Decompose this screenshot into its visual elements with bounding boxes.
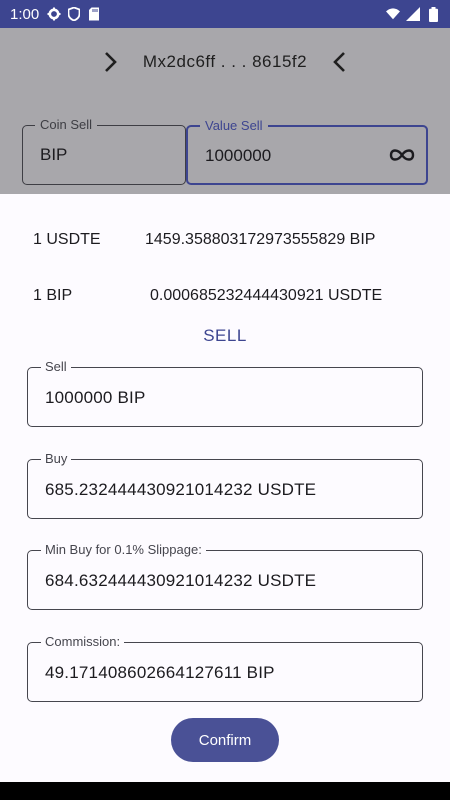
background-screen: Mx2dc6ff . . . 8615f2 Coin Sell BIP Valu… xyxy=(0,28,450,194)
chevron-right-icon[interactable] xyxy=(99,51,121,73)
signal-icon xyxy=(406,7,420,21)
sdcard-icon xyxy=(87,7,101,21)
wallet-address[interactable]: Mx2dc6ff . . . 8615f2 xyxy=(143,52,307,72)
confirm-button[interactable]: Confirm xyxy=(171,718,279,762)
wifi-icon xyxy=(386,7,400,21)
commission-field: Commission: 49.171408602664127611 BIP xyxy=(27,634,423,702)
coin-sell-label: Coin Sell xyxy=(35,117,98,132)
rate-unit: 1 USDTE xyxy=(33,231,101,248)
commission-label: Commission: xyxy=(41,634,125,649)
min-buy-value: 684.632444430921014232 USDTE xyxy=(45,571,317,590)
infinity-icon[interactable] xyxy=(388,144,416,166)
value-sell-field[interactable]: Value Sell 1000000 xyxy=(186,118,428,185)
min-buy-field: Min Buy for 0.1% Slippage: 684.632444430… xyxy=(27,542,423,610)
gear-icon xyxy=(47,7,61,21)
status-bar: 1:00 xyxy=(0,0,450,28)
coin-sell-field[interactable]: Coin Sell BIP xyxy=(22,117,186,185)
wallet-header: Mx2dc6ff . . . 8615f2 xyxy=(0,46,450,78)
rate-row: 1 BIP 0.000685232444430921 USDTE xyxy=(33,287,423,305)
sell-bottom-sheet: 1 USDTE 1459.358803172973555829 BIP 1 BI… xyxy=(0,194,450,782)
rate-value: 1459.358803172973555829 BIP xyxy=(145,231,376,248)
value-sell-label: Value Sell xyxy=(200,118,268,133)
min-buy-label: Min Buy for 0.1% Slippage: xyxy=(41,542,206,557)
commission-value: 49.171408602664127611 BIP xyxy=(45,663,275,682)
coin-sell-value: BIP xyxy=(40,145,68,164)
buy-amount-value: 685.232444430921014232 USDTE xyxy=(45,480,317,499)
sell-amount-label: Sell xyxy=(41,359,71,374)
status-time: 1:00 xyxy=(10,5,40,23)
shield-icon xyxy=(67,7,81,21)
sell-amount-field: Sell 1000000 BIP xyxy=(27,359,423,427)
buy-amount-field: Buy 685.232444430921014232 USDTE xyxy=(27,451,423,519)
value-sell-value: 1000000 xyxy=(205,146,272,165)
chevron-left-icon[interactable] xyxy=(329,51,351,73)
rate-unit: 1 BIP xyxy=(33,287,73,304)
sell-amount-value: 1000000 BIP xyxy=(45,388,146,407)
buy-amount-label: Buy xyxy=(41,451,72,466)
rate-value: 0.000685232444430921 USDTE xyxy=(150,287,383,304)
navigation-bar xyxy=(0,782,450,800)
sell-action-link[interactable]: SELL xyxy=(0,326,450,346)
rate-row: 1 USDTE 1459.358803172973555829 BIP xyxy=(33,231,423,249)
battery-icon xyxy=(426,6,440,22)
